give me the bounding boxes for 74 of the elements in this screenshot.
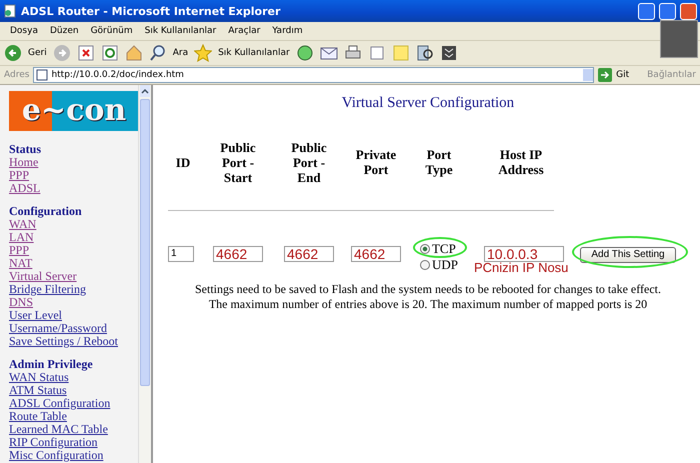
public-port-end-field[interactable]: 4662 [284,246,334,262]
sidebar-link[interactable]: DNS [9,296,34,309]
scrollbar[interactable] [138,85,151,463]
page-icon [36,69,48,81]
research-icon[interactable] [416,44,434,62]
sidebar-link[interactable]: LAN [9,231,34,244]
sidebar-link[interactable]: PPP [9,244,30,257]
public-port-start-field[interactable]: 4662 [213,246,263,262]
add-setting-button[interactable]: Add This Setting [580,246,676,263]
go-button[interactable]: Git [616,70,630,80]
column-header: Port Type [424,147,454,177]
sidebar-link[interactable]: PPP [9,169,30,182]
column-header: Public Port - End [290,140,328,184]
favorites-button[interactable]: Sık Kullanılanlar [218,48,290,58]
history-icon[interactable] [296,44,314,62]
go-arrow-icon[interactable] [598,68,612,82]
sidebar-link[interactable]: WAN [9,218,36,231]
sidebar-link[interactable]: ATM Status [9,384,67,397]
search-icon[interactable] [148,44,167,62]
radio-button-icon[interactable] [420,244,430,254]
port-type-radio[interactable]: TCP [420,242,458,255]
host-ip-note: PCnizin IP Nosu [474,260,570,275]
section-heading: Status [9,143,42,156]
media-icon[interactable] [440,44,458,62]
scrollbar-thumb[interactable] [140,99,150,386]
sidebar-link[interactable]: Bridge Filtering [9,283,86,296]
sidebar-link[interactable]: Home [9,156,38,169]
menu-item[interactable]: Dosya [4,26,44,36]
address-label: Adres [4,70,30,80]
stop-icon[interactable] [76,44,95,62]
sidebar-link[interactable]: Misc Configuration [9,449,104,462]
sidebar-link[interactable]: Route Table [9,410,67,423]
sidebar-link[interactable]: RIP Configuration [9,436,98,449]
sidebar-link[interactable]: Virtual Server [9,270,77,283]
radio-button-icon[interactable] [420,260,430,270]
column-header: ID [174,154,192,170]
info-text: Settings need to be saved to Flash and the system needs to be rebooted for changes to take effect. [194,282,662,297]
id-field[interactable]: 1 [168,246,194,262]
column-header: Private Port [354,147,398,177]
scroll-up-icon[interactable] [140,85,150,97]
sidebar-link[interactable]: Username/Password [9,322,107,335]
menu-item[interactable]: Sık Kullanılanlar [138,26,222,36]
column-header: Host IP Address [497,147,545,177]
sidebar-link[interactable]: NAT [9,257,32,270]
page-title: Virtual Server Configuration [340,95,516,112]
sidebar-link[interactable]: ADSL Configuration [9,397,110,410]
section-heading: Admin Privilege [9,358,94,371]
home-icon[interactable] [124,44,143,62]
minimize-button[interactable] [638,2,655,20]
sidebar-link[interactable]: Save Settings / Reboot [9,335,118,348]
close-button[interactable] [680,2,697,20]
back-button[interactable]: Geri [28,48,47,58]
menu-item[interactable]: Yardım [266,26,309,36]
window-title: ADSL Router - Microsoft Internet Explorer [21,4,282,18]
address-field[interactable]: http://10.0.0.2/doc/index.htm [33,67,594,83]
sidebar-link[interactable]: ADSL [9,182,40,195]
search-button[interactable]: Ara [172,48,188,58]
sidebar-link[interactable]: Learned MAC Table [9,423,108,436]
section-heading: Configuration [9,205,83,218]
menu-item[interactable]: Görünüm [84,26,139,36]
page-icon [3,4,17,18]
sidebar-link[interactable]: WAN Status [9,371,69,384]
highlight-circle [412,237,467,258]
menu-item[interactable]: Araçlar [222,26,266,36]
refresh-icon[interactable] [100,44,119,62]
menu-item[interactable]: Düzen [44,26,85,36]
host-ip-field[interactable]: 10.0.0.3 [484,246,564,262]
star-icon[interactable] [194,44,212,62]
info-text: The maximum number of entries above is 20. The maximum number of mapped ports is 20 [208,297,648,312]
column-header: Public Port - Start [219,140,257,184]
port-type-radio[interactable]: UDP [420,258,458,271]
private-port-field[interactable]: 4662 [351,246,401,262]
maximize-button[interactable] [659,2,676,20]
sidebar-link[interactable]: User Level [9,309,62,322]
